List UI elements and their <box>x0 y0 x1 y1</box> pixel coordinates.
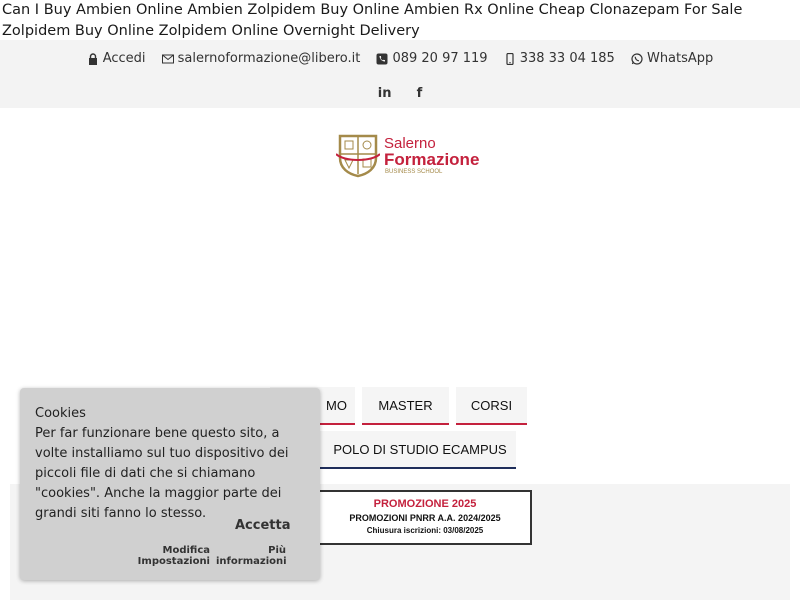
lock-icon <box>88 52 97 65</box>
social-links: in f <box>0 82 800 101</box>
cookie-more-info-link[interactable]: Più informazioni <box>216 545 287 567</box>
logo-line-3: BUSINESS SCHOOL <box>385 169 443 175</box>
cookie-banner: Cookies Per far funzionare bene questo s… <box>20 388 320 580</box>
envelope-icon <box>161 54 174 63</box>
nav-item-corsi-label: CORSI <box>470 397 513 413</box>
whatsapp-link[interactable]: WhatsApp <box>631 51 713 66</box>
promo-deadline: Chiusura iscrizioni: 03/08/2025 <box>366 526 484 535</box>
site-logo[interactable]: Salerno Formazione BUSINESS SCHOOL <box>336 132 480 178</box>
phone-label: 089 20 97 119 <box>392 51 488 66</box>
promo-subtitle: PROMOZIONI PNRR A.A. 2024/2025 <box>349 513 501 523</box>
mobile-icon <box>506 52 514 65</box>
whatsapp-icon <box>631 52 643 65</box>
cookie-modify-line-1: Modifica <box>162 545 211 556</box>
nav-item-polo-ecampus[interactable]: POLO DI STUDIO ECAMPUS <box>310 431 516 469</box>
email-label: salernoformazione@libero.it <box>177 51 361 66</box>
cookie-title: Cookies <box>35 406 86 421</box>
top-bar: Accedi salernoformazione@libero.it 089 2… <box>0 40 800 108</box>
cookie-more-line-2: informazioni <box>216 556 287 567</box>
cookie-accept-button[interactable]: Accetta <box>235 516 291 536</box>
phone-link[interactable]: 089 20 97 119 <box>376 51 488 66</box>
cookie-modify-settings-link[interactable]: Modifica Impostazioni <box>130 545 210 567</box>
nav-item-master-label: MASTER <box>378 397 433 413</box>
mobile-label: 338 33 04 185 <box>519 51 615 66</box>
whatsapp-label: WhatsApp <box>646 51 714 66</box>
login-link[interactable]: Accedi <box>87 51 146 66</box>
mobile-link[interactable]: 338 33 04 185 <box>504 51 615 66</box>
logo-line-2: Formazione <box>384 150 480 169</box>
linkedin-icon[interactable]: in <box>378 86 392 101</box>
page-heading: Can I Buy Ambien Online Ambien Zolpidem … <box>2 2 743 39</box>
nav-item-master[interactable]: MASTER <box>362 387 449 425</box>
login-label: Accedi <box>102 51 146 66</box>
facebook-icon[interactable]: f <box>417 86 423 101</box>
cookie-more-line-1: Più <box>268 545 286 556</box>
crest-icon <box>336 134 380 178</box>
nav-item-polo-label: POLO DI STUDIO ECAMPUS <box>333 441 507 457</box>
promo-box[interactable]: PROMOZIONE 2025 PROMOZIONI PNRR A.A. 202… <box>318 490 532 545</box>
cookie-modify-line-2: Impostazioni <box>137 556 210 567</box>
contact-row: Accedi salernoformazione@libero.it 089 2… <box>0 51 800 69</box>
cookie-body: Per far funzionare bene questo sito, a v… <box>35 426 289 521</box>
promo-title: PROMOZIONE 2025 <box>373 498 477 510</box>
nav-item-corsi[interactable]: CORSI <box>456 387 527 425</box>
nav-item-partial-label: MO <box>326 397 347 413</box>
phone-icon <box>376 53 388 64</box>
email-link[interactable]: salernoformazione@libero.it <box>161 51 361 66</box>
